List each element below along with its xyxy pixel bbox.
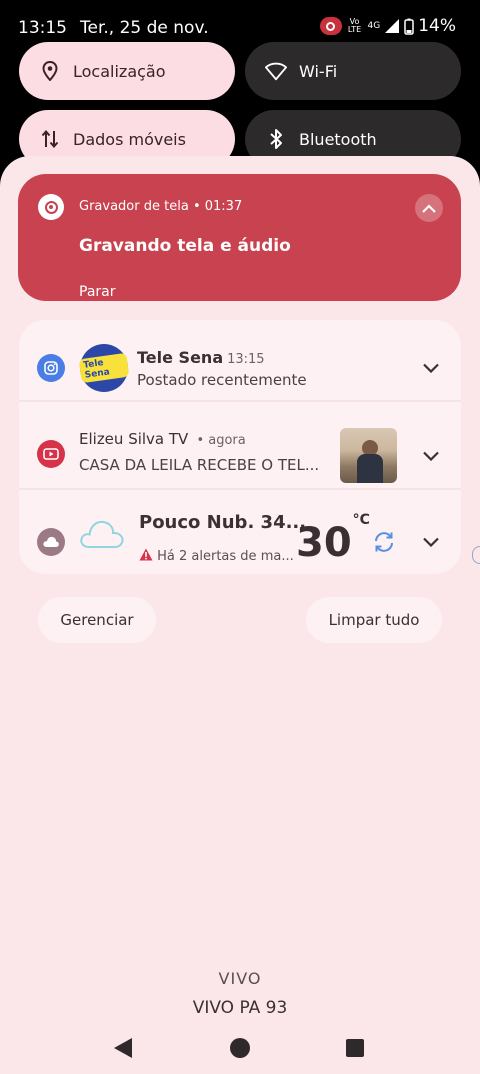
battery-percent: 14% — [418, 16, 456, 36]
signal-icon — [385, 19, 400, 33]
notification-title: Pouco Nub. 34... — [139, 512, 307, 533]
recorder-title: Gravando tela e áudio — [79, 236, 291, 256]
expand-button[interactable] — [421, 358, 441, 378]
tile-bluetooth-label: Bluetooth — [299, 129, 377, 149]
collapse-button[interactable] — [415, 194, 443, 222]
recorder-meta: Gravador de tela • 01:37 — [79, 199, 242, 214]
avatar-text: Tele Sena — [78, 352, 130, 384]
screen-record-indicator-icon — [319, 17, 342, 35]
meta-separator: • — [192, 199, 205, 214]
chevron-up-icon — [422, 203, 436, 213]
video-thumbnail — [340, 428, 397, 483]
clear-all-button[interactable]: Limpar tudo — [306, 597, 442, 643]
recorder-elapsed: 01:37 — [204, 199, 243, 214]
notification-title-row: Elizeu Silva TV • agora — [79, 430, 246, 448]
temperature-unit: °C — [352, 511, 370, 528]
notification-title: Tele Sena — [137, 348, 224, 367]
warning-icon — [139, 548, 153, 561]
tile-mobile-data-label: Dados móveis — [73, 129, 186, 149]
manage-button[interactable]: Gerenciar — [38, 597, 156, 643]
screen-recorder-notification[interactable]: Gravador de tela • 01:37 Gravando tela e… — [18, 174, 461, 301]
carrier-line: VIVO PA 93 — [192, 998, 288, 1018]
notification-group: Tele Sena Tele Sena 13:15 Postado recente… — [19, 320, 461, 574]
notification-title-row: Pouco Nub. 34... — [139, 512, 306, 533]
youtube-icon — [37, 440, 65, 468]
tile-wifi[interactable]: Wi-Fi — [245, 42, 461, 100]
status-time: 13:15 — [18, 18, 67, 38]
refresh-icon[interactable] — [372, 530, 396, 554]
tile-location[interactable]: Localização — [19, 42, 235, 100]
notification-body: Postado recentemente — [137, 371, 307, 389]
notification-time: agora — [208, 433, 246, 448]
battery-icon — [404, 18, 414, 35]
avatar: Tele Sena — [78, 344, 130, 392]
recorder-app-name: Gravador de tela — [79, 199, 189, 214]
status-date: Ter., 25 de nov. — [80, 18, 209, 38]
network-type: 4G — [367, 20, 381, 31]
notification-title-row: Tele Sena 13:15 — [137, 348, 265, 367]
recents-icon[interactable] — [346, 1039, 364, 1057]
wifi-icon — [265, 60, 287, 82]
meta-separator: • — [192, 433, 209, 448]
edge-panel-handle[interactable] — [472, 546, 480, 564]
chevron-down-icon — [423, 451, 439, 461]
back-icon[interactable] — [114, 1038, 132, 1058]
weather-alert: Há 2 alertas de ma... — [139, 548, 294, 564]
instagram-icon — [37, 354, 65, 382]
mobile-data-icon — [39, 128, 61, 150]
status-icons: Vo LTE 4G 14% — [319, 16, 456, 36]
temperature: 30°C — [296, 512, 370, 566]
weather-icon — [37, 528, 65, 556]
volte-indicator: Vo LTE — [347, 17, 362, 34]
temperature-value: 30 — [296, 520, 352, 566]
tile-location-label: Localização — [73, 61, 166, 81]
location-pin-icon — [39, 60, 61, 82]
expand-button[interactable] — [421, 532, 441, 552]
chevron-down-icon — [423, 537, 439, 547]
alert-text: Há 2 alertas de ma... — [157, 549, 294, 564]
stop-recording-button[interactable]: Parar — [79, 284, 115, 300]
cloud-icon — [80, 520, 124, 548]
carrier-name: VIVO — [218, 969, 262, 988]
tile-wifi-label: Wi-Fi — [299, 61, 338, 81]
chevron-down-icon — [423, 363, 439, 373]
notification-time: 13:15 — [227, 352, 265, 367]
home-icon[interactable] — [230, 1038, 250, 1058]
screen-recorder-icon — [38, 194, 64, 220]
notification-body: CASA DA LEILA RECEBE O TEL... — [79, 456, 320, 474]
expand-button[interactable] — [421, 446, 441, 466]
notification-tele-sena[interactable]: Tele Sena Tele Sena 13:15 Postado recente… — [19, 320, 461, 400]
navigation-bar — [0, 1032, 480, 1062]
notification-title: Elizeu Silva TV — [79, 430, 189, 448]
bluetooth-icon — [265, 128, 287, 150]
